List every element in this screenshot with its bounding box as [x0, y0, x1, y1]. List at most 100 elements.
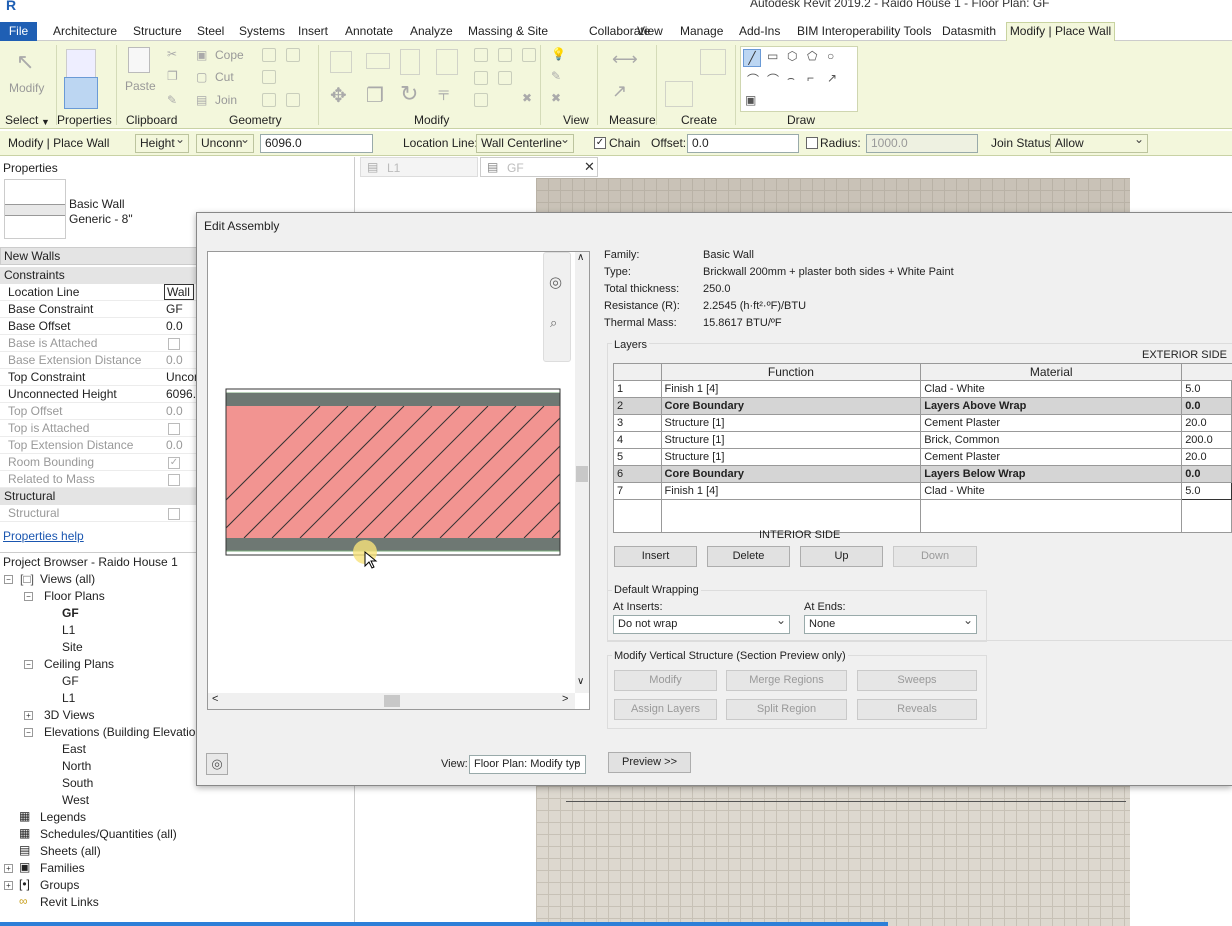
split-icon[interactable] [474, 48, 488, 62]
tab-datasmith[interactable]: Datasmith [942, 24, 996, 38]
circumscribed-icon[interactable]: ⬠ [807, 49, 817, 63]
layers-table[interactable]: Function Material 1 Finish 1 [4] Clad - Wh… [613, 363, 1232, 533]
geometry-tool-icon[interactable] [262, 93, 276, 107]
chain-checkbox[interactable]: ✓ [594, 137, 606, 149]
close-view-tab-icon[interactable]: ✕ [584, 159, 595, 175]
preview-button[interactable]: Preview >> [608, 752, 691, 773]
tab-file[interactable]: File [0, 22, 37, 41]
expand-groups-icon[interactable]: + [4, 881, 13, 890]
col-material-header[interactable]: Material [920, 363, 1183, 381]
zoom-region-icon[interactable]: ⌕ [550, 315, 557, 331]
tree-families[interactable]: Families [40, 861, 85, 875]
geometry-tool-icon[interactable] [262, 48, 276, 62]
cut-label[interactable]: Cut [215, 70, 234, 84]
type-subname[interactable]: Generic - 8" [69, 212, 133, 226]
section-preview[interactable]: ◎ ⌕ ∧ ∨ < > [207, 251, 590, 710]
fillet-icon[interactable]: ⌐ [807, 71, 814, 85]
expand-3d-views-icon[interactable]: + [24, 711, 33, 720]
collapse-floor-plans-icon[interactable]: − [24, 592, 33, 601]
steering-wheel-icon[interactable]: ◎ [549, 273, 562, 291]
height-mode-select[interactable]: Height [135, 134, 189, 153]
tree-el-south[interactable]: South [62, 776, 93, 790]
pick-faces-icon[interactable]: ▣ [745, 93, 756, 107]
create-parts-icon[interactable] [700, 49, 726, 75]
tab-bim-interop[interactable]: BIM Interoperability Tools [797, 24, 932, 38]
tree-cp-l1[interactable]: L1 [62, 691, 75, 705]
tab-analyze[interactable]: Analyze [410, 24, 453, 38]
table-row[interactable]: 1 Finish 1 [4] Clad - White 5.0 [613, 380, 1232, 398]
pick-lines-icon[interactable]: ↗ [827, 71, 837, 85]
at-ends-select[interactable]: None [804, 615, 977, 634]
split-region-button[interactable]: Split Region [726, 699, 847, 720]
merge-regions-button[interactable]: Merge Regions [726, 670, 847, 691]
tab-view[interactable]: View [637, 24, 663, 38]
dimension-icon[interactable]: ↗ [612, 81, 627, 102]
select-dropdown-icon[interactable]: ▼ [41, 117, 50, 127]
tree-floor-plans[interactable]: Floor Plans [44, 589, 105, 603]
tree-ceiling-plans[interactable]: Ceiling Plans [44, 657, 114, 671]
arc-tangent-icon[interactable]: ⌢ [787, 71, 795, 86]
table-row[interactable]: 5 Structure [1] Cement Plaster 20.0 [613, 448, 1232, 466]
location-line-select[interactable]: Wall Centerline [476, 134, 574, 153]
col-thickness-header[interactable] [1181, 363, 1232, 381]
scroll-right-icon[interactable]: > [562, 693, 568, 705]
table-row[interactable]: 6 Core Boundary Layers Below Wrap 0.0 [613, 465, 1232, 483]
scroll-left-icon[interactable]: < [212, 693, 218, 705]
down-button[interactable]: Down [893, 546, 977, 567]
arc-icon[interactable]: ⌒ [747, 71, 759, 88]
reveals-button[interactable]: Reveals [857, 699, 977, 720]
tab-manage[interactable]: Manage [680, 24, 723, 38]
move-icon[interactable]: ✥ [330, 83, 347, 108]
modify-tool-icon[interactable] [522, 48, 536, 62]
mirror-line-icon[interactable] [436, 49, 458, 75]
cope-icon[interactable]: ▣ [196, 48, 207, 62]
height-target-select[interactable]: Unconn [196, 134, 254, 153]
view-cube-icon[interactable]: ◎ [206, 753, 228, 775]
at-inserts-select[interactable]: Do not wrap [613, 615, 790, 634]
insert-button[interactable]: Insert [614, 546, 697, 567]
tree-fp-site[interactable]: Site [62, 640, 83, 654]
modify-tool-label[interactable]: Modify [9, 81, 44, 95]
cope-label[interactable]: Cope [215, 48, 244, 62]
hide-icon[interactable]: ✖ [551, 91, 561, 105]
trim-icon[interactable]: ⫧ [438, 83, 449, 106]
tab-massing-site[interactable]: Massing & Site [468, 24, 548, 38]
geometry-tool-icon[interactable] [286, 48, 300, 62]
scroll-up-icon[interactable]: ∧ [577, 252, 584, 263]
scroll-down-icon[interactable]: ∨ [577, 676, 584, 687]
modify-cursor-icon[interactable]: ↖ [16, 49, 34, 75]
measure-icon[interactable]: ⟷ [612, 49, 638, 70]
height-value-input[interactable]: 6096.0 [260, 134, 373, 153]
create-group-icon[interactable] [665, 81, 693, 107]
view-tab-l1[interactable]: ▤ L1 [360, 157, 478, 177]
col-function-header[interactable]: Function [660, 363, 922, 381]
properties-toggle-icon[interactable] [64, 77, 98, 109]
tab-annotate[interactable]: Annotate [345, 24, 393, 38]
tree-fp-gf[interactable]: GF [62, 606, 79, 620]
join-label[interactable]: Join [215, 93, 237, 107]
tab-add-ins[interactable]: Add-Ins [739, 24, 780, 38]
collapse-elevations-icon[interactable]: − [24, 728, 33, 737]
copy-icon[interactable]: ❐ [167, 69, 178, 83]
geometry-tool-icon[interactable] [286, 93, 300, 107]
delete-button[interactable]: Delete [707, 546, 790, 567]
tab-structure[interactable]: Structure [133, 24, 182, 38]
tab-modify-place-wall[interactable]: Modify | Place Wall [1006, 22, 1115, 41]
tree-views-all[interactable]: Views (all) [40, 572, 95, 586]
table-row[interactable]: 7 Finish 1 [4] Clad - White 5.0 [613, 482, 1232, 500]
tree-el-east[interactable]: East [62, 742, 86, 756]
unpin-icon[interactable] [498, 48, 512, 62]
table-row[interactable]: 2 Core Boundary Layers Above Wrap 0.0 [613, 397, 1232, 415]
rectangle-icon[interactable]: ▭ [767, 49, 778, 63]
sweeps-button[interactable]: Sweeps [857, 670, 977, 691]
tree-el-north[interactable]: North [62, 759, 91, 773]
view-select[interactable]: Floor Plan: Modify typ [469, 755, 586, 774]
delete-icon[interactable]: ✖ [522, 91, 532, 105]
tree-revit-links[interactable]: Revit Links [40, 895, 99, 909]
circle-icon[interactable]: ○ [827, 49, 834, 63]
offset-icon[interactable] [366, 53, 390, 69]
scroll-thumb[interactable] [384, 695, 400, 707]
assign-layers-button[interactable]: Assign Layers [614, 699, 717, 720]
override-icon[interactable]: ✎ [551, 69, 561, 83]
tree-cp-gf[interactable]: GF [62, 674, 79, 688]
